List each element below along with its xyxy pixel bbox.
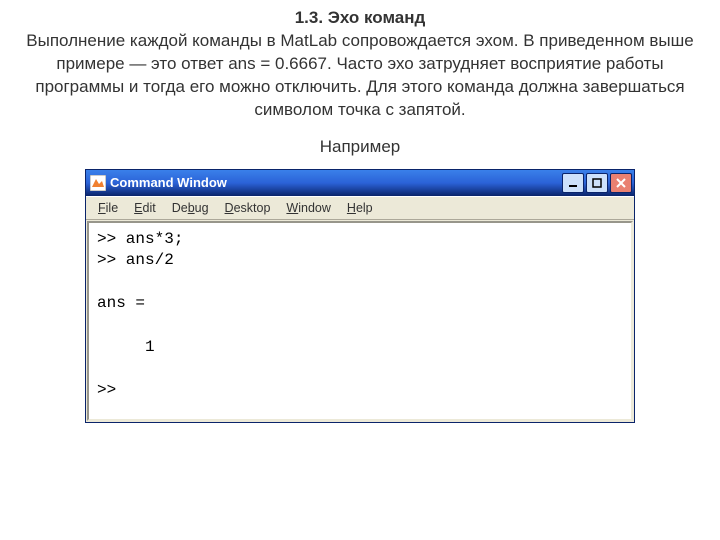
menu-debug[interactable]: Debug (164, 199, 217, 217)
maximize-button[interactable] (586, 173, 608, 193)
minimize-button[interactable] (562, 173, 584, 193)
section-paragraph: Выполнение каждой команды в MatLab сопро… (18, 30, 702, 122)
title-buttons (562, 173, 632, 193)
console-prompt: >> (97, 381, 116, 399)
app-icon (90, 175, 106, 191)
console-line: ans = (97, 294, 145, 312)
section-heading: 1.3. Эхо команд (18, 8, 702, 28)
menu-edit[interactable]: Edit (126, 199, 164, 217)
console-line: >> ans/2 (97, 251, 174, 269)
document-page: 1.3. Эхо команд Выполнение каждой команд… (0, 0, 720, 423)
command-window: Command Window File Edit Debug (85, 169, 635, 423)
title-bar[interactable]: Command Window (86, 170, 634, 196)
console-area[interactable]: >> ans*3; >> ans/2 ans = 1 >> (87, 221, 633, 421)
console-line: 1 (97, 338, 155, 356)
close-button[interactable] (610, 173, 632, 193)
menu-bar: File Edit Debug Desktop Window Help (86, 196, 634, 220)
menu-window[interactable]: Window (278, 199, 338, 217)
menu-file[interactable]: File (90, 199, 126, 217)
menu-desktop[interactable]: Desktop (217, 199, 279, 217)
window-title: Command Window (110, 175, 562, 190)
console-line: >> ans*3; (97, 230, 183, 248)
window-container: Command Window File Edit Debug (85, 169, 635, 423)
example-label: Например (18, 136, 702, 159)
menu-help[interactable]: Help (339, 199, 381, 217)
